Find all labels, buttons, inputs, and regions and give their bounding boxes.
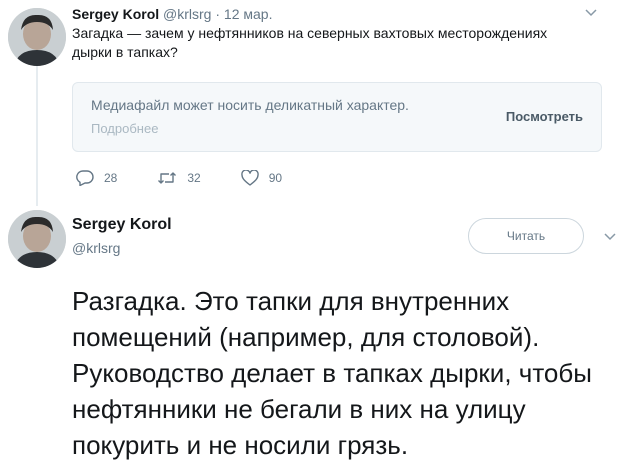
- avatar[interactable]: [8, 210, 66, 268]
- heart-icon: [240, 170, 259, 186]
- reply-icon: [76, 170, 94, 186]
- avatar-photo-icon: [8, 8, 66, 66]
- chevron-down-icon[interactable]: [585, 8, 597, 20]
- learn-more-link[interactable]: Подробнее: [91, 121, 158, 136]
- like-count: 90: [268, 171, 283, 185]
- sensitive-media-notice: Медиафайл может носить деликатный характ…: [91, 97, 409, 113]
- reply-count: 28: [104, 171, 118, 185]
- author-name[interactable]: Sergey Korol: [72, 6, 159, 22]
- author-handle[interactable]: @krlsrg: [72, 240, 120, 256]
- tweet-header: Sergey Korol @krlsrg · 12 мар.: [72, 6, 272, 22]
- avatar-photo-icon: [8, 210, 66, 268]
- chevron-down-icon[interactable]: [604, 230, 616, 244]
- reply-button[interactable]: 28: [76, 170, 117, 186]
- follow-button[interactable]: Читать: [468, 218, 584, 254]
- sensitive-media-warning: Медиафайл может носить деликатный характ…: [72, 82, 602, 152]
- retweet-button[interactable]: 32: [157, 170, 201, 186]
- author-name[interactable]: Sergey Korol: [72, 216, 172, 234]
- tweet-text: Загадка — зачем у нефтянников на северны…: [72, 25, 548, 60]
- author-handle[interactable]: @krlsrg: [163, 6, 211, 22]
- like-button[interactable]: 90: [240, 170, 283, 186]
- avatar[interactable]: [8, 8, 66, 66]
- tweet-date[interactable]: 12 мар.: [224, 6, 273, 22]
- thread-connector-line: [36, 66, 38, 206]
- view-media-button[interactable]: Посмотреть: [506, 109, 583, 124]
- meta-separator: ·: [215, 6, 221, 22]
- tweet-text: Разгадка. Это тапки для внутренних помещ…: [72, 286, 592, 460]
- retweet-count: 32: [187, 171, 201, 185]
- tweet-actions: 28 32 90: [76, 170, 322, 186]
- retweet-icon: [158, 172, 177, 184]
